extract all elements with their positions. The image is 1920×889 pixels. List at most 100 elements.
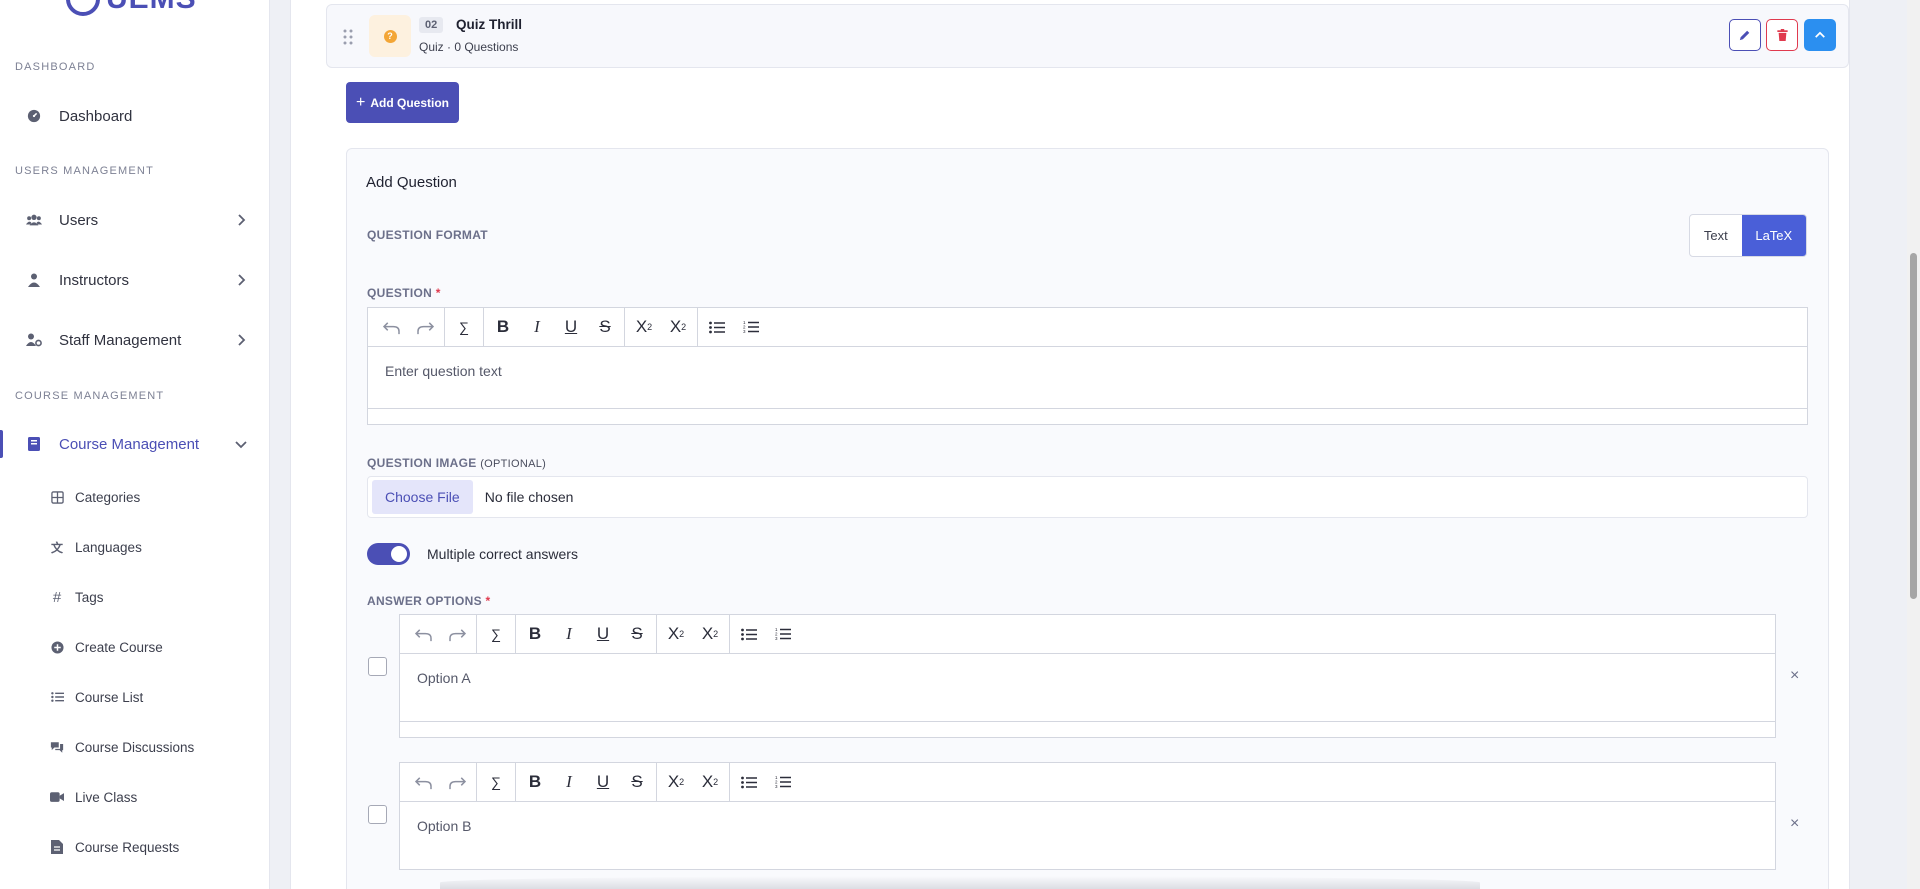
option-b-editor: ∑ B I U S X2 X2 123 Option B (399, 762, 1776, 870)
bullet-list-icon[interactable] (732, 619, 766, 649)
sidebar-subitem-course-list[interactable]: Course List (0, 682, 269, 712)
plus-icon: + (355, 93, 366, 111)
format-option-latex[interactable]: LaTeX (1741, 215, 1806, 256)
video-icon (50, 790, 64, 804)
question-mark-icon: ? (383, 29, 397, 43)
option-b-toolbar: ∑ B I U S X2 X2 123 (400, 762, 1775, 802)
question-label: QUESTION * (367, 286, 441, 300)
lesson-row: ? 02 Quiz Thrill Quiz · 0 Questions (326, 4, 1849, 68)
superscript-icon[interactable]: X2 (693, 767, 727, 797)
redo-icon[interactable] (440, 767, 474, 797)
redo-icon[interactable] (440, 619, 474, 649)
italic-icon[interactable]: I (552, 619, 586, 649)
required-mark: * (485, 594, 491, 608)
users-icon (26, 212, 42, 228)
choose-file-button[interactable]: Choose File (372, 480, 473, 514)
sidebar-subitem-course-requests[interactable]: Course Requests (0, 832, 269, 862)
question-image-label: QUESTION IMAGE (OPTIONAL) (367, 456, 546, 470)
lesson-number: 02 (419, 17, 444, 33)
toolbar-divider (729, 614, 730, 654)
brand-logo[interactable]: UEMS (66, 0, 197, 16)
sidebar-subitem-course-discussions[interactable]: Course Discussions (0, 732, 269, 762)
sidebar-subitem-tags[interactable]: # Tags (0, 582, 269, 612)
collapse-lesson-button[interactable] (1804, 19, 1836, 51)
strikethrough-icon[interactable]: S (620, 619, 654, 649)
italic-icon[interactable]: I (552, 767, 586, 797)
delete-lesson-button[interactable] (1766, 19, 1798, 51)
required-mark: * (435, 286, 441, 300)
toolbar-divider (624, 307, 625, 347)
panel-title: Add Question (366, 174, 457, 191)
subscript-icon[interactable]: X2 (659, 619, 693, 649)
sigma-icon[interactable]: ∑ (479, 619, 513, 649)
brand-name: UEMS (106, 0, 197, 16)
numbered-list-icon[interactable]: 123 (734, 312, 768, 342)
multiple-answers-label: Multiple correct answers (427, 546, 578, 562)
toolbar-divider (476, 614, 477, 654)
bold-icon[interactable]: B (518, 619, 552, 649)
question-label-text: QUESTION (367, 286, 433, 300)
remove-option-a-button[interactable]: × (1790, 667, 1799, 685)
strikethrough-icon[interactable]: S (620, 767, 654, 797)
edit-lesson-button[interactable] (1729, 19, 1761, 51)
underline-icon[interactable]: U (586, 619, 620, 649)
toolbar-divider (483, 307, 484, 347)
numbered-list-icon[interactable]: 123 (766, 619, 800, 649)
option-b-text-area[interactable]: Option B (400, 802, 1775, 850)
redo-icon[interactable] (408, 312, 442, 342)
superscript-icon[interactable]: X2 (661, 312, 695, 342)
subscript-icon[interactable]: X2 (659, 767, 693, 797)
question-editor-toolbar: ∑ B I U S X2 X2 123 (368, 307, 1807, 347)
numbered-list-icon[interactable]: 123 (766, 767, 800, 797)
strikethrough-icon[interactable]: S (588, 312, 622, 342)
page-scrollbar[interactable] (1907, 0, 1920, 889)
drag-handle-icon[interactable] (343, 29, 353, 45)
pencil-icon (1739, 30, 1750, 41)
bullet-list-icon[interactable] (700, 312, 734, 342)
sidebar-item-users[interactable]: Users (0, 202, 269, 238)
sidebar-item-course-management[interactable]: Course Management (0, 426, 269, 462)
subscript-icon[interactable]: X2 (627, 312, 661, 342)
option-a-toolbar: ∑ B I U S X2 X2 123 (400, 614, 1775, 654)
sidebar-item-staff-management[interactable]: Staff Management (0, 322, 269, 358)
sidebar-subitem-languages[interactable]: 文 Languages (0, 532, 269, 562)
option-a-correct-checkbox[interactable] (368, 657, 387, 676)
toolbar-divider (729, 762, 730, 802)
sidebar-subitem-categories[interactable]: Categories (0, 482, 269, 512)
superscript-icon[interactable]: X2 (693, 619, 727, 649)
scrollbar-thumb[interactable] (1910, 253, 1917, 599)
lesson-title: Quiz Thrill (456, 17, 522, 32)
bold-icon[interactable]: B (518, 767, 552, 797)
italic-icon[interactable]: I (520, 312, 554, 342)
undo-icon[interactable] (406, 619, 440, 649)
remove-option-b-button[interactable]: × (1790, 815, 1799, 833)
sigma-icon[interactable]: ∑ (479, 767, 513, 797)
add-question-button[interactable]: + Add Question (346, 82, 459, 123)
toolbar-divider (515, 614, 516, 654)
option-a-editor: ∑ B I U S X2 X2 123 Option A (399, 614, 1776, 738)
sidebar: UEMS DASHBOARD Dashboard USERS MANAGEMEN… (0, 0, 270, 889)
sidebar-item-dashboard[interactable]: Dashboard (0, 98, 269, 134)
sigma-icon[interactable]: ∑ (447, 312, 481, 342)
sidebar-subitem-label: Course Requests (75, 839, 180, 855)
question-image-file-input[interactable]: Choose File No file chosen (367, 476, 1808, 518)
multiple-answers-toggle[interactable] (367, 543, 410, 565)
option-b-correct-checkbox[interactable] (368, 805, 387, 824)
toolbar-divider (697, 307, 698, 347)
question-format-toggle: Text LaTeX (1689, 214, 1807, 257)
toolbar-divider (444, 307, 445, 347)
format-option-text[interactable]: Text (1690, 215, 1742, 256)
sidebar-item-instructors[interactable]: Instructors (0, 262, 269, 298)
option-a-text-area[interactable]: Option A (400, 654, 1775, 702)
undo-icon[interactable] (406, 767, 440, 797)
question-text-area[interactable]: Enter question text (368, 347, 1807, 395)
underline-icon[interactable]: U (554, 312, 588, 342)
question-image-label-text: QUESTION IMAGE (367, 456, 477, 470)
underline-icon[interactable]: U (586, 767, 620, 797)
bullet-list-icon[interactable] (732, 767, 766, 797)
file-request-icon (50, 840, 64, 854)
undo-icon[interactable] (374, 312, 408, 342)
bold-icon[interactable]: B (486, 312, 520, 342)
sidebar-subitem-create-course[interactable]: Create Course (0, 632, 269, 662)
sidebar-subitem-live-class[interactable]: Live Class (0, 782, 269, 812)
